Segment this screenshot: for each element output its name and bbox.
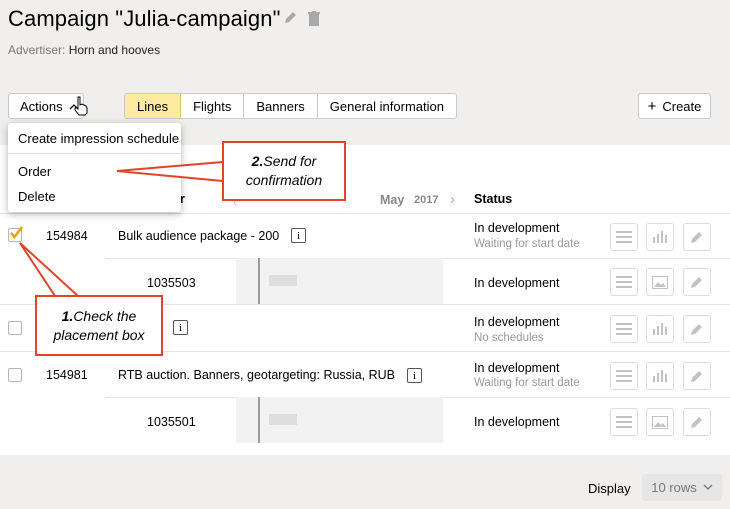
stats-icon[interactable]: [646, 315, 674, 343]
rows-per-page-value: 10 rows: [651, 480, 697, 495]
status-subtext: Waiting for start date: [474, 238, 580, 250]
edit-icon[interactable]: [683, 408, 711, 436]
menu-item-order[interactable]: Order: [18, 164, 51, 179]
advertiser-line: Advertiser: Horn and hooves: [8, 43, 160, 57]
tab-general-information[interactable]: General information: [318, 94, 456, 118]
image-icon[interactable]: [646, 408, 674, 436]
edit-icon[interactable]: [683, 268, 711, 296]
list-icon[interactable]: [610, 362, 638, 390]
create-label: Create: [662, 98, 702, 114]
view-tabs: Lines Flights Banners General informatio…: [124, 93, 457, 119]
stats-icon[interactable]: [646, 223, 674, 251]
schedule-timeline: [236, 397, 443, 443]
menu-item-delete[interactable]: Delete: [18, 189, 56, 204]
trash-icon[interactable]: [306, 10, 322, 26]
row-checkbox[interactable]: [8, 226, 23, 242]
next-period-icon[interactable]: ›: [450, 191, 455, 208]
pencil-icon[interactable]: [282, 10, 298, 26]
callout-step-number: 2.: [251, 153, 264, 170]
status-text: In development: [474, 361, 560, 375]
status-text: In development: [474, 415, 560, 429]
display-label: Display: [588, 481, 631, 496]
row-checkbox[interactable]: [8, 321, 22, 335]
info-icon[interactable]: i: [173, 320, 188, 335]
line-id: 154984: [46, 229, 88, 243]
status-text: In development: [474, 221, 560, 235]
advertiser-label: Advertiser:: [8, 43, 66, 57]
stats-icon[interactable]: [646, 362, 674, 390]
edit-icon[interactable]: [683, 315, 711, 343]
chevron-down-icon: [703, 484, 713, 491]
image-icon[interactable]: [646, 268, 674, 296]
callout-text: Check the: [73, 307, 137, 324]
tab-lines[interactable]: Lines: [125, 94, 182, 118]
list-icon[interactable]: [610, 268, 638, 296]
callout-send-for-confirmation: 2.Send for confirmation: [222, 141, 346, 201]
info-icon[interactable]: i: [291, 228, 306, 243]
year-label: 2017: [414, 194, 439, 206]
callout-text: placement box: [53, 326, 145, 343]
column-header-status: Status: [474, 192, 513, 206]
schedule-timeline: [236, 258, 443, 304]
status-subtext: No schedules: [474, 332, 544, 344]
line-name[interactable]: Bulk audience package - 200: [118, 229, 279, 243]
rows-per-page-select[interactable]: 10 rows: [642, 474, 722, 501]
actions-label: Actions: [20, 98, 63, 114]
status-text: In development: [474, 276, 560, 290]
page-title: Campaign "Julia-campaign": [8, 6, 281, 31]
menu-divider: [8, 153, 181, 154]
info-icon[interactable]: i: [407, 368, 422, 383]
callout-text: confirmation: [245, 172, 323, 188]
callout-check-placement: 1.Check the placement box: [35, 295, 163, 356]
menu-item-create-impression-schedule[interactable]: Create impression schedule: [18, 131, 179, 146]
status-text: In development: [474, 315, 560, 329]
callout-step-number: 1.: [61, 307, 74, 324]
tab-banners[interactable]: Banners: [244, 94, 318, 118]
list-icon[interactable]: [610, 223, 638, 251]
edit-icon[interactable]: [683, 362, 711, 390]
advertiser-value: Horn and hooves: [68, 43, 161, 57]
flight-id: 1035503: [147, 276, 196, 290]
edit-icon[interactable]: [683, 223, 711, 251]
line-id: 154981: [46, 368, 88, 382]
list-icon[interactable]: [610, 408, 638, 436]
actions-menu: Create impression schedule Order Delete: [8, 123, 181, 212]
list-icon[interactable]: [610, 315, 638, 343]
flight-id: 1035501: [147, 415, 196, 429]
hand-cursor-icon: [73, 96, 89, 119]
row-checkbox[interactable]: [8, 368, 22, 382]
create-button[interactable]: + Create: [638, 93, 711, 119]
callout-text: Send for: [263, 153, 317, 170]
plus-icon: +: [647, 97, 657, 115]
tab-flights[interactable]: Flights: [181, 94, 245, 118]
month-label: May: [380, 193, 405, 207]
status-subtext: Waiting for start date: [474, 377, 580, 389]
line-name[interactable]: RTB auction. Banners, geotargeting: Russ…: [118, 368, 395, 382]
